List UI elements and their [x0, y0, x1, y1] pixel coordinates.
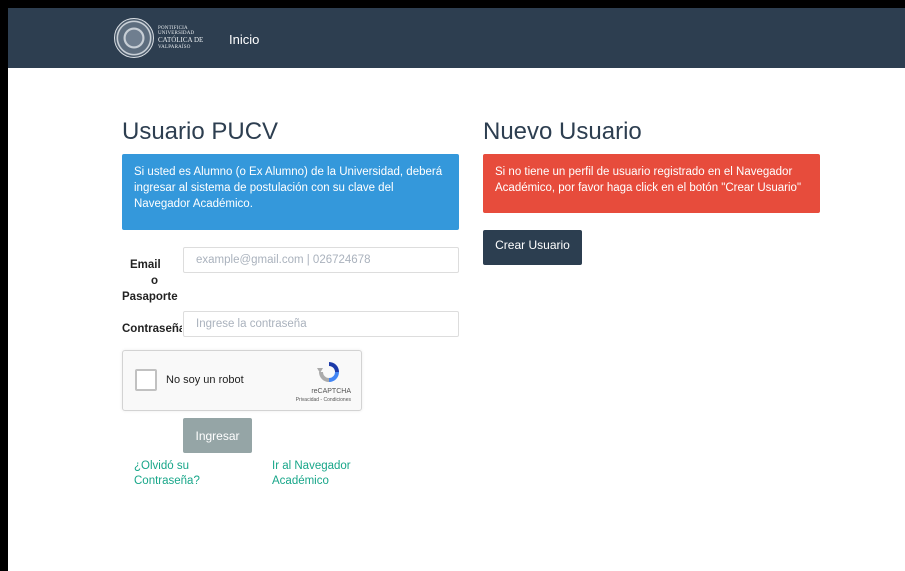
email-label-line-2: o: [151, 275, 159, 287]
forgot-password-link[interactable]: ¿Olvidó su Contraseña?: [134, 459, 214, 489]
top-navbar: PONTIFICIA UNIVERSIDAD CATÓLICA DE VALPA…: [8, 8, 905, 68]
logo-text: PONTIFICIA UNIVERSIDAD CATÓLICA DE VALPA…: [158, 26, 203, 50]
recaptcha-widget: No soy un robot reCAPTCHA Privacidad - C…: [122, 350, 362, 411]
ingresar-button[interactable]: Ingresar: [183, 418, 252, 453]
login-info-alert: Si usted es Alumno (o Ex Alumno) de la U…: [122, 154, 459, 230]
login-title: Usuario PUCV: [122, 118, 279, 145]
recaptcha-terms[interactable]: Privacidad - Condiciones: [296, 397, 351, 403]
navegador-academico-link[interactable]: Ir al Navegador Académico: [272, 459, 364, 489]
crear-usuario-button[interactable]: Crear Usuario: [483, 230, 582, 265]
recaptcha-label: No soy un robot: [166, 374, 244, 386]
password-label: Contraseña: [122, 323, 182, 335]
new-user-alert: Si no tiene un perfil de usuario registr…: [483, 154, 820, 213]
recaptcha-brand: reCAPTCHA: [311, 388, 351, 395]
password-input[interactable]: [183, 311, 459, 337]
recaptcha-logo-icon: [317, 362, 339, 382]
pucv-logo[interactable]: PONTIFICIA UNIVERSIDAD CATÓLICA DE VALPA…: [114, 14, 210, 62]
email-label-line-1: Email: [130, 259, 161, 271]
email-input[interactable]: [183, 247, 459, 273]
nav-link-inicio[interactable]: Inicio: [229, 32, 259, 47]
logo-line-3: CATÓLICA DE: [158, 36, 204, 44]
page-frame: PONTIFICIA UNIVERSIDAD CATÓLICA DE VALPA…: [8, 8, 905, 571]
new-user-title: Nuevo Usuario: [483, 118, 642, 145]
email-label-line-3: Pasaporte: [122, 291, 178, 303]
logo-line-4: VALPARAÍSO: [158, 45, 191, 50]
university-seal-icon: [114, 18, 154, 58]
recaptcha-checkbox[interactable]: [135, 369, 157, 391]
